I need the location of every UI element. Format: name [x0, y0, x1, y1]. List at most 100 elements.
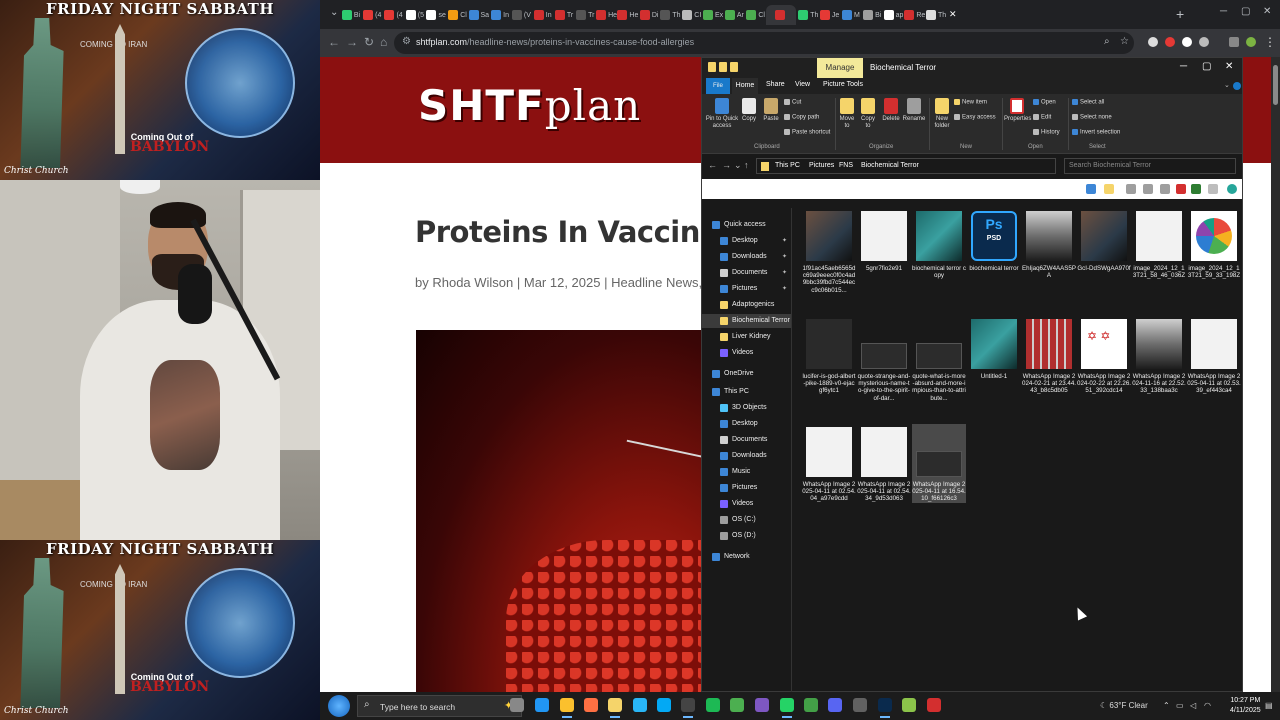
nav-item[interactable]: This PC: [702, 385, 791, 399]
breadcrumb-item[interactable]: Biochemical Terror: [861, 162, 919, 169]
address-bar[interactable]: ⚙ shtfplan.com/headline-news/proteins-in…: [394, 32, 1134, 54]
nav-item[interactable]: 3D Objects: [702, 401, 791, 415]
close-icon[interactable]: ✕: [1225, 61, 1233, 72]
checkmark-icon[interactable]: [1191, 184, 1201, 194]
weather-widget[interactable]: ☾ 63°F Clear: [1100, 701, 1148, 710]
file-item[interactable]: lucifer-is-god-albert-pike-1889-v0-ejacg…: [802, 316, 856, 395]
maximize-icon[interactable]: ▢: [1241, 6, 1250, 17]
browser-tab[interactable]: Th: [797, 5, 819, 25]
folder-icon[interactable]: [708, 62, 716, 72]
acrobat-icon[interactable]: [927, 698, 941, 712]
folder-icon[interactable]: [730, 62, 738, 72]
reload-icon[interactable]: ↻: [364, 35, 374, 49]
nav-item[interactable]: OS (C:): [702, 513, 791, 527]
new-folder-icon[interactable]: [1104, 184, 1114, 194]
nav-item[interactable]: Pictures ✦: [702, 282, 791, 296]
cut-button[interactable]: Cut: [784, 99, 801, 106]
taskbar-search[interactable]: ⌕ Type here to search ✦: [357, 695, 522, 717]
ribbon-tab-share[interactable]: Share: [766, 81, 785, 88]
nav-item[interactable]: Liver Kidney: [702, 330, 791, 344]
tray-chevron-icon[interactable]: ⌃: [1163, 701, 1170, 710]
telegram-icon[interactable]: [633, 698, 647, 712]
browser-tab[interactable]: Bi: [861, 5, 883, 25]
edit-button[interactable]: Edit: [1033, 114, 1051, 121]
nav-item[interactable]: OS (D:): [702, 529, 791, 543]
properties-icon[interactable]: [1208, 184, 1218, 194]
browser-tab[interactable]: Re: [904, 5, 926, 25]
ribbon-tab-picture-tools[interactable]: Picture Tools: [823, 81, 863, 88]
taskbar-clock[interactable]: 10:27 PM 4/11/2025: [1230, 696, 1261, 716]
ribbon-tab-home[interactable]: Home: [732, 78, 758, 94]
manage-tab[interactable]: Manage: [817, 58, 863, 78]
browser-tab[interactable]: Di: [638, 5, 660, 25]
file-item[interactable]: WhatsApp Image 2024-02-22 at 22.26.51_39…: [1077, 316, 1131, 395]
nav-item[interactable]: Desktop ✦: [702, 234, 791, 248]
obs-icon[interactable]: [681, 698, 695, 718]
menu-kebab-icon[interactable]: ⋮: [1264, 35, 1276, 49]
close-icon[interactable]: ✕: [1263, 6, 1271, 17]
browser-tab[interactable]: Ar: [723, 5, 745, 25]
browser-tab[interactable]: (4: [361, 5, 383, 25]
browser-tab[interactable]: In: [532, 5, 554, 25]
globe-icon[interactable]: [1227, 184, 1237, 194]
nav-item[interactable]: Adaptogenics: [702, 298, 791, 312]
file-item[interactable]: WhatsApp Image 2025-04-11 at 02.53.39_ef…: [1187, 316, 1241, 395]
nav-item[interactable]: Downloads ✦: [702, 250, 791, 264]
explorer-search-input[interactable]: Search Biochemical Terror: [1064, 158, 1236, 174]
file-item[interactable]: image_2024_12_13T21_59_33_198Z: [1187, 208, 1241, 279]
back-icon[interactable]: ←: [328, 35, 340, 49]
whatsapp-icon[interactable]: [780, 698, 794, 718]
browser-tab[interactable]: He: [596, 5, 618, 25]
history-button[interactable]: History: [1033, 129, 1060, 136]
file-item[interactable]: quote-strange-and-mysterious-name-to-giv…: [857, 316, 911, 402]
file-explorer-icon[interactable]: [608, 698, 622, 718]
library-icon[interactable]: [902, 698, 916, 712]
url-text[interactable]: shtfplan.com/headline-news/proteins-in-v…: [416, 37, 694, 47]
browser-tab[interactable]: [766, 5, 796, 25]
browser-tab[interactable]: se: [425, 5, 447, 25]
file-item[interactable]: quote-what-is-more-absurd-and-more-impio…: [912, 316, 966, 402]
nav-item[interactable]: Documents ✦: [702, 266, 791, 280]
delete-button[interactable]: Delete: [880, 98, 902, 123]
easy-access-button[interactable]: Easy access: [954, 114, 996, 121]
tab-search-icon[interactable]: ⌄: [330, 7, 338, 18]
back-icon[interactable]: ←: [708, 160, 717, 170]
breadcrumb-item[interactable]: This PC: [775, 162, 800, 169]
layout-icon[interactable]: [1086, 184, 1096, 194]
file-item[interactable]: GcI-DdSWgAA970f: [1077, 208, 1131, 272]
file-item[interactable]: 1f91ac45aeb6565dc69a9eeec0f0c4ad9bbc39fb…: [802, 208, 856, 294]
minimize-icon[interactable]: ─: [1220, 6, 1227, 17]
ribbon-tab-view[interactable]: View: [795, 81, 810, 88]
nav-item[interactable]: Videos: [702, 346, 791, 360]
select-none-button[interactable]: Select none: [1072, 114, 1112, 121]
folder-icon[interactable]: [719, 62, 727, 72]
vscode-icon[interactable]: [535, 698, 549, 712]
file-item[interactable]: Ps PSD biochemical terror: [967, 208, 1021, 272]
photoshop-icon[interactable]: [878, 698, 892, 718]
skype-icon[interactable]: [657, 698, 671, 712]
recent-locations-icon[interactable]: ⌄: [734, 160, 742, 171]
paste-shortcut-button[interactable]: Paste shortcut: [784, 129, 830, 136]
xbox-icon[interactable]: [730, 698, 744, 712]
copy-button[interactable]: Copy: [740, 98, 758, 123]
open-button[interactable]: Open: [1033, 99, 1056, 106]
notifications-icon[interactable]: ▤: [1265, 701, 1273, 710]
copy-icon[interactable]: [1143, 184, 1153, 194]
browser-tab[interactable]: Th: [925, 5, 947, 25]
visual-studio-icon[interactable]: [755, 698, 769, 712]
browser-tab[interactable]: Tr: [553, 5, 575, 25]
browser-tab[interactable]: M: [840, 5, 862, 25]
browser-tab[interactable]: (4: [383, 5, 405, 25]
page-scrollbar[interactable]: [1271, 57, 1280, 692]
select-all-button[interactable]: Select all: [1072, 99, 1104, 106]
forward-icon[interactable]: →: [722, 160, 731, 170]
breadcrumb-item[interactable]: FNS: [839, 162, 853, 169]
browser-tab[interactable]: Cl: [447, 5, 469, 25]
nav-item[interactable]: Pictures: [702, 481, 791, 495]
minimize-icon[interactable]: ─: [1180, 61, 1187, 72]
browser-tab[interactable]: Tr: [574, 5, 596, 25]
browser-tab[interactable]: (5: [404, 5, 426, 25]
nav-item[interactable]: Quick access: [702, 218, 791, 232]
extension-icon[interactable]: [1148, 37, 1158, 47]
browser-tab[interactable]: (V: [510, 5, 532, 25]
